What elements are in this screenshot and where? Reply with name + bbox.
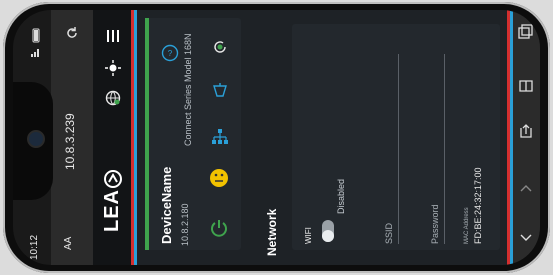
phone-notch bbox=[13, 82, 53, 200]
forward-icon[interactable] bbox=[518, 180, 534, 196]
browser-nav-rail bbox=[513, 10, 540, 265]
browser-address-bar[interactable]: AA 10.8.3.239 bbox=[51, 10, 93, 265]
app-header: LEA bbox=[93, 10, 133, 265]
svg-text:?: ? bbox=[168, 49, 173, 58]
mac-value: FD:BE:24:32:17:00 bbox=[473, 167, 483, 244]
logo-mark-icon bbox=[104, 170, 122, 188]
password-input[interactable]: Password bbox=[430, 204, 440, 244]
ssid-underline bbox=[398, 54, 399, 244]
network-panel: WIFI Disabled SSID Password MAC Address … bbox=[292, 24, 500, 250]
password-underline bbox=[444, 54, 445, 244]
device-card[interactable]: DeviceName 10.8.2.180 Connect Series Mod… bbox=[145, 18, 241, 250]
bookmarks-icon[interactable] bbox=[518, 78, 534, 94]
reload-icon[interactable] bbox=[65, 26, 79, 40]
phone-screen: 10:12 AA 10.8.3.239 LEA DeviceName 10.8.… bbox=[13, 10, 540, 265]
font-size-control[interactable]: AA bbox=[63, 237, 74, 250]
wifi-state: Disabled bbox=[336, 178, 346, 214]
help-icon[interactable]: ? bbox=[161, 44, 179, 62]
network-title: Network bbox=[265, 208, 279, 256]
wifi-label: WIFI bbox=[304, 227, 313, 244]
url-field[interactable]: 10.8.3.239 bbox=[63, 113, 77, 170]
status-face-icon bbox=[210, 169, 228, 187]
status-time: 10:12 bbox=[29, 234, 40, 260]
lea-logo: LEA bbox=[101, 189, 123, 232]
ssid-input[interactable]: SSID bbox=[384, 223, 394, 244]
brightness-icon[interactable] bbox=[105, 60, 121, 76]
camera-icon bbox=[27, 130, 45, 148]
phone-frame: 10:12 AA 10.8.3.239 LEA DeviceName 10.8.… bbox=[3, 2, 550, 273]
device-ip: 10.8.2.180 bbox=[180, 203, 190, 246]
globe-icon[interactable] bbox=[105, 90, 121, 106]
device-name: DeviceName bbox=[159, 166, 174, 244]
refresh-device-icon[interactable] bbox=[211, 38, 229, 56]
battery-icon bbox=[32, 28, 40, 43]
network-tree-icon[interactable] bbox=[211, 128, 229, 146]
amplifier-icon[interactable] bbox=[211, 82, 229, 100]
device-model: Connect Series Model 168N bbox=[183, 33, 193, 146]
share-icon[interactable] bbox=[518, 124, 534, 140]
tabs-icon[interactable] bbox=[518, 24, 534, 40]
main-content: DeviceName 10.8.2.180 Connect Series Mod… bbox=[137, 10, 507, 265]
power-icon[interactable] bbox=[209, 218, 229, 238]
mac-label: MAC Address bbox=[464, 207, 470, 244]
hamburger-menu-icon[interactable] bbox=[105, 28, 121, 44]
online-indicator bbox=[145, 18, 149, 250]
back-icon[interactable] bbox=[518, 230, 534, 246]
cellular-signal-icon bbox=[31, 49, 39, 57]
wifi-toggle[interactable] bbox=[322, 220, 334, 242]
wifi-toggle-knob bbox=[322, 230, 334, 242]
